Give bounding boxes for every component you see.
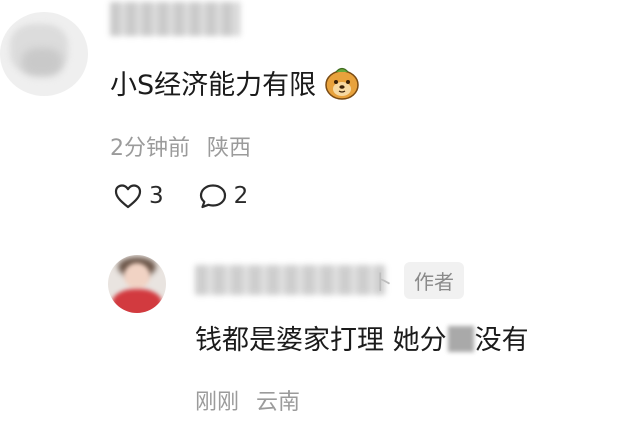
reply-body: 钱都是婆家打理 她分 没有 (195, 318, 529, 357)
bear-face-emoji-icon (325, 67, 359, 100)
comment-actions: 3 2 (113, 182, 282, 210)
reply-text-after: 没有 (474, 325, 529, 356)
comment-body: 小S经济能力有限 (110, 63, 362, 102)
heart-icon (114, 184, 142, 209)
like-count: 3 (149, 183, 164, 209)
commenter-avatar[interactable] (0, 12, 88, 96)
censored-character (447, 326, 474, 352)
reply-button[interactable]: 2 (198, 182, 249, 210)
reply-time: 刚刚 (195, 390, 240, 415)
comment-text: 小S经济能力有限 (110, 70, 317, 101)
author-badge: 作者 (404, 262, 464, 299)
reply-location: 云南 (256, 390, 301, 415)
comment-meta: 2分钟前 陕西 (110, 130, 251, 162)
reply-count: 2 (233, 183, 249, 209)
reply-meta: 刚刚 云南 (195, 384, 300, 416)
like-button[interactable]: 3 (113, 182, 164, 210)
commenter-username-blurred[interactable] (110, 2, 240, 36)
reply-mark: 卜 (372, 270, 392, 294)
reply-author-username-blurred[interactable] (195, 265, 385, 295)
reply-author-avatar[interactable] (108, 255, 166, 313)
comment-location: 陕西 (207, 136, 252, 161)
reply-text-before: 钱都是婆家打理 她分 (195, 325, 447, 356)
comment-time: 2分钟前 (110, 136, 190, 161)
comment-bubble-icon (199, 184, 226, 209)
